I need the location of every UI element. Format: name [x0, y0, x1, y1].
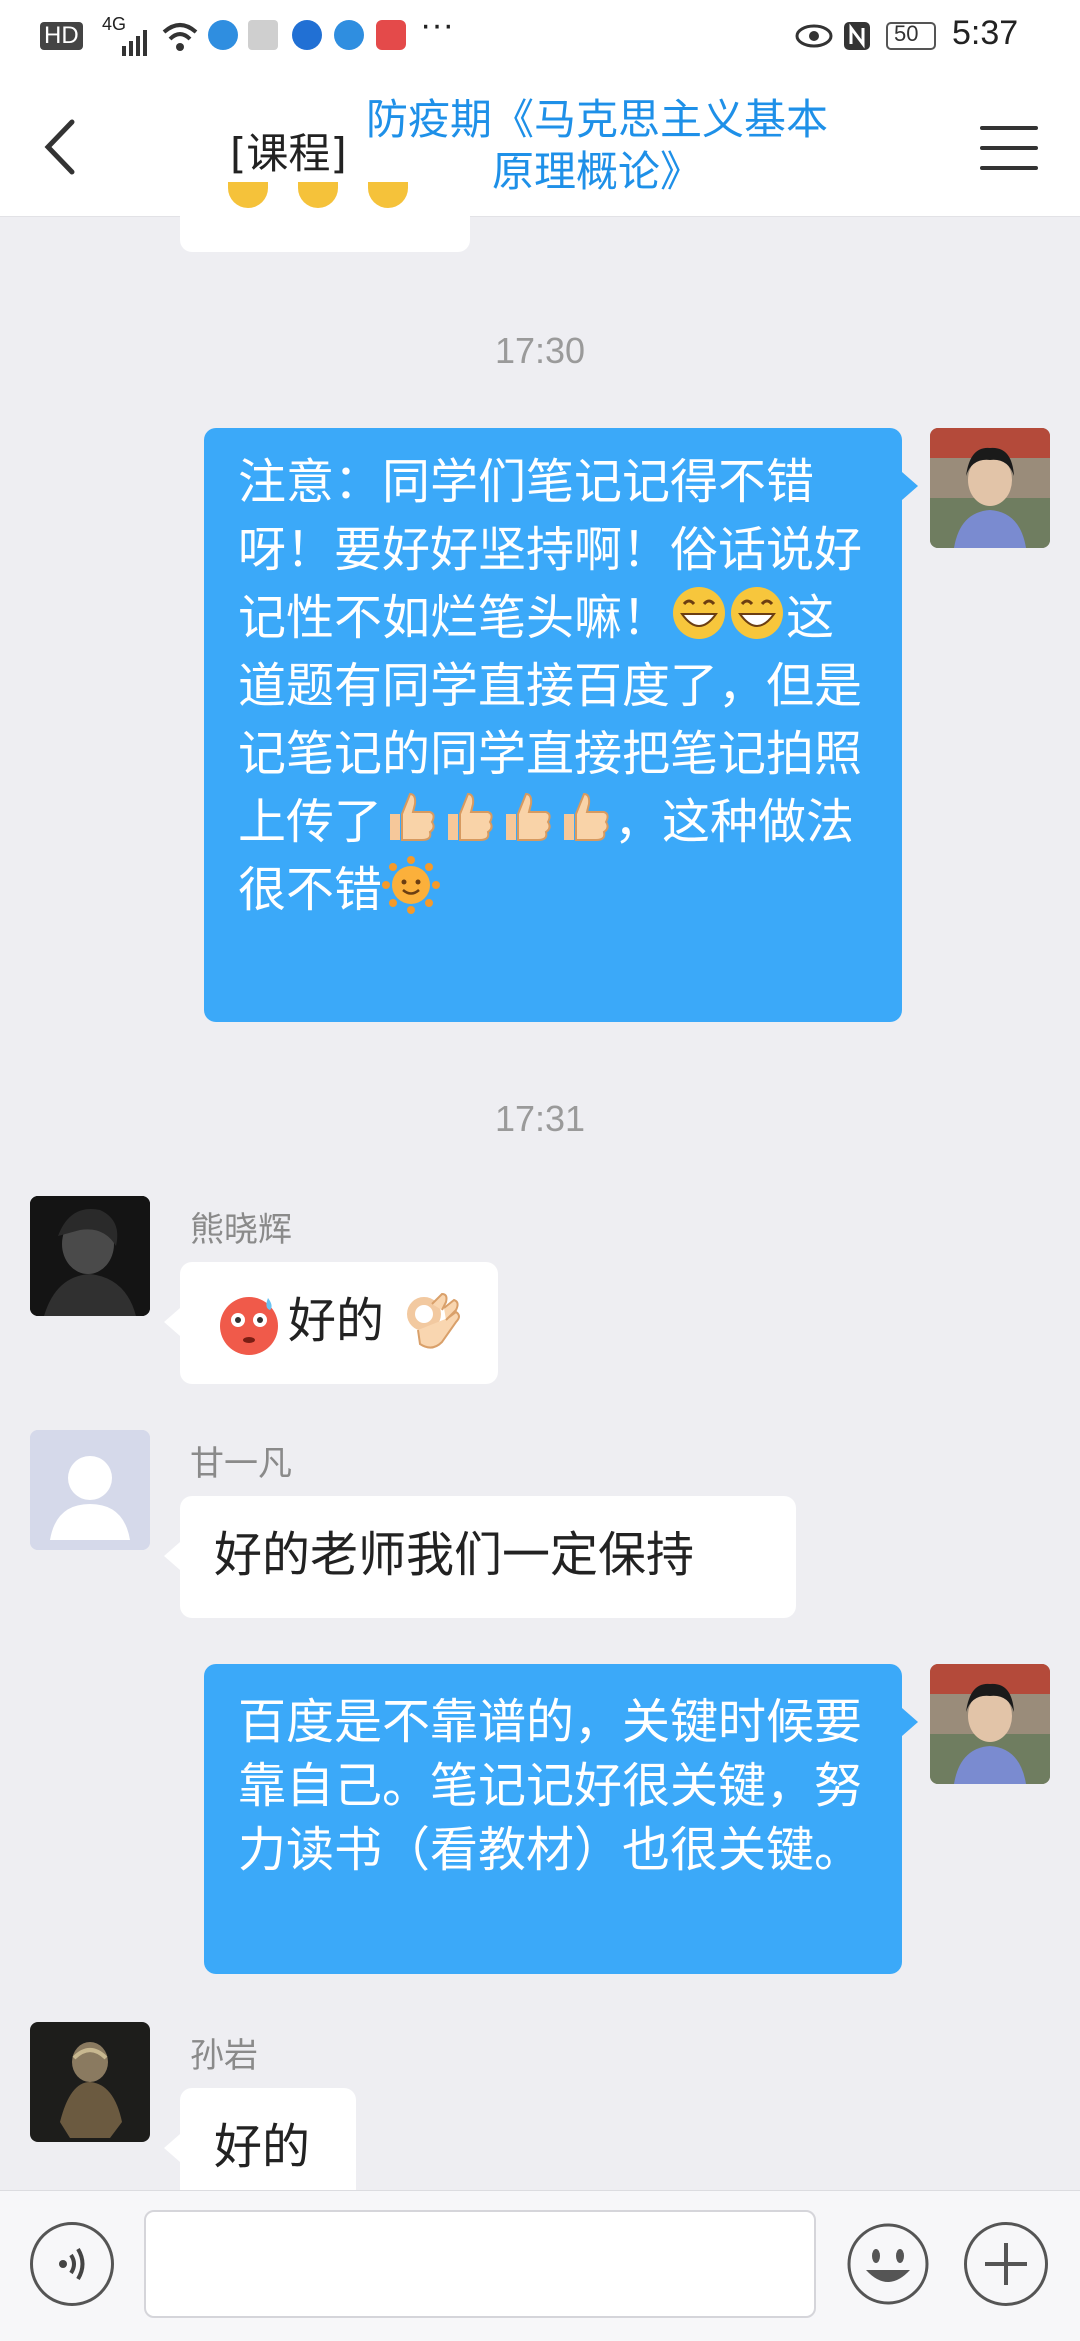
bubble-tail: [164, 1308, 180, 1336]
nfc-icon: [844, 22, 870, 50]
plus-icon[interactable]: [964, 2222, 1048, 2306]
emoji-icon: [228, 182, 268, 208]
sun-emoji-icon: [382, 856, 441, 914]
signal-icon: [122, 30, 147, 56]
news-notification-icon: [248, 20, 278, 50]
sender-name: 孙岩: [190, 2036, 258, 2076]
user-avatar-image: [30, 2022, 150, 2142]
message-input[interactable]: [144, 2210, 816, 2318]
avatar[interactable]: [30, 1430, 150, 1550]
plus-icon: [985, 2243, 1027, 2285]
timestamp: 17:31: [494, 1098, 586, 1139]
sender-name: 甘一凡: [190, 1444, 292, 1484]
thumbs-up-icon: [448, 792, 493, 841]
message-bubble-incoming[interactable]: 好的: [180, 2088, 356, 2190]
thumbs-up-icon: [564, 792, 609, 841]
battery-level: 50: [894, 21, 919, 46]
chevron-left-icon[interactable]: [30, 112, 90, 182]
user-avatar-image: [30, 1196, 150, 1316]
message-bubble-partial: [180, 182, 470, 252]
teacher-avatar-image: [930, 428, 1050, 548]
app-notification-icon-2: [334, 20, 364, 50]
message-text: 好的老师我们一定保持: [214, 1527, 695, 1583]
book-notification-icon: [376, 20, 406, 50]
message-text: 好的: [214, 2119, 311, 2175]
hd-indicator: HD: [40, 22, 83, 50]
status-bar: HD 4G ··· 50 5:37: [0, 0, 1080, 72]
message-text: 百度是不靠谱的，关键时候要靠自己。笔记记好很关键，努力读书（看教材）也很关键。: [238, 1694, 863, 1878]
default-avatar-icon: [30, 1430, 150, 1550]
bubble-tail: [902, 472, 918, 500]
timestamp: 17:30: [494, 330, 586, 371]
emoji-icon: [298, 182, 338, 208]
hamburger-menu-icon[interactable]: [980, 126, 1038, 170]
clock: 5:37: [952, 14, 1019, 52]
thumbs-up-icon: [390, 792, 435, 841]
bubble-tail: [164, 2134, 180, 2162]
message-bubble-incoming[interactable]: 好的: [180, 1262, 498, 1384]
wifi-icon: [162, 23, 198, 51]
emoji-icon[interactable]: [846, 2222, 930, 2306]
battery-icon: 50: [886, 21, 936, 50]
avatar[interactable]: [930, 428, 1050, 548]
voice-icon[interactable]: [30, 2222, 114, 2306]
flushed-face-emoji-icon: [220, 1297, 278, 1355]
avatar[interactable]: [30, 2022, 150, 2142]
browser-notification-icon: [292, 20, 322, 50]
more-notifications-icon: ···: [420, 6, 454, 44]
message-text: 好的: [288, 1293, 385, 1349]
sender-name: 熊晓辉: [190, 1210, 292, 1250]
eye-comfort-icon: [795, 24, 833, 48]
message-bubble-incoming[interactable]: 好的老师我们一定保持: [180, 1496, 796, 1618]
avatar[interactable]: [930, 1664, 1050, 1784]
bubble-tail: [902, 1708, 918, 1736]
avatar[interactable]: [30, 1196, 150, 1316]
app-notification-icon: [208, 20, 238, 50]
message-bubble-outgoing[interactable]: 百度是不靠谱的，关键时候要靠自己。笔记记好很关键，努力读书（看教材）也很关键。: [204, 1664, 902, 1974]
bubble-tail: [164, 1542, 180, 1570]
thumbs-up-icon: [506, 792, 551, 841]
message-bubble-outgoing[interactable]: 注意：同学们笔记记得不错呀！要好好坚持啊！俗话说好记性不如烂笔头嘛！ 这道题有同学…: [204, 428, 902, 1022]
grinning-emoji-icon: [673, 587, 726, 639]
ok-hand-icon: [407, 1292, 460, 1349]
page-title: 防疫期《马克思主义基本原理概论》: [365, 95, 828, 196]
emoji-icon: [368, 182, 408, 208]
group-type-tag: [课程]: [230, 129, 347, 178]
voice-icon: [59, 2247, 85, 2281]
teacher-avatar-image: [930, 1664, 1050, 1784]
grinning-emoji-icon: [731, 587, 784, 639]
